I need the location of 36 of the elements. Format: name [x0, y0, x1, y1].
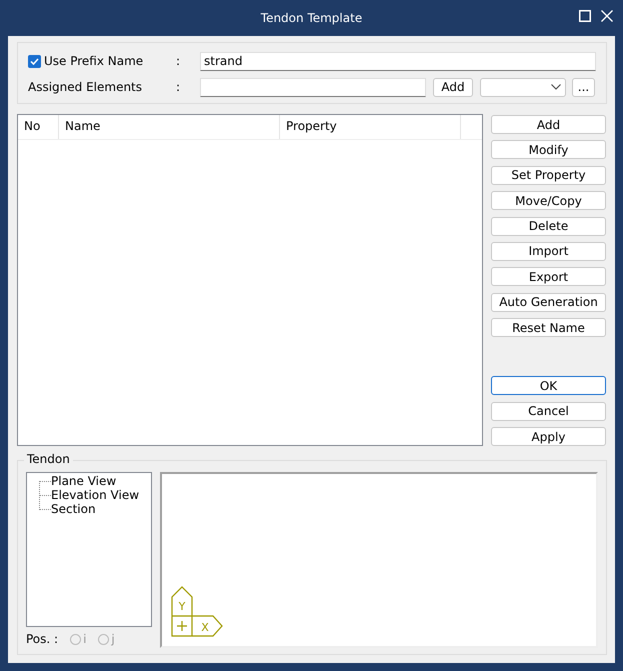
action-button[interactable]: Modify	[491, 140, 606, 160]
close-icon[interactable]	[601, 10, 613, 22]
action-button[interactable]: Apply	[491, 427, 606, 446]
prefix-label: Use Prefix Name	[44, 54, 144, 68]
colon: :	[176, 80, 182, 94]
action-button[interactable]: Cancel	[491, 402, 606, 421]
action-button[interactable]: Reset Name	[491, 318, 606, 338]
checkbox[interactable]	[28, 54, 41, 68]
tree-item[interactable]: Elevation View	[51, 488, 140, 502]
browse-button[interactable]: ...	[572, 78, 595, 96]
column-header[interactable]: Name	[59, 115, 280, 139]
ok-button[interactable]: OK	[491, 376, 606, 396]
action-button[interactable]: Auto Generation	[491, 292, 606, 312]
action-button[interactable]: Move/Copy	[491, 191, 606, 210]
window-title: Tendon Template	[260, 11, 362, 25]
action-button[interactable]: Set Property	[491, 166, 606, 185]
chevron-icon	[551, 84, 561, 90]
action-button[interactable]: Export	[491, 267, 606, 286]
tree-item[interactable]: Section	[51, 502, 96, 516]
radio-label: i	[83, 632, 86, 646]
action-button[interactable]: Delete	[491, 216, 606, 236]
radio-label: j	[111, 632, 115, 646]
column-header[interactable]: No	[18, 115, 59, 139]
action-button[interactable]: Add	[491, 115, 606, 134]
colon: :	[176, 54, 182, 68]
column-header[interactable]: Property	[280, 115, 461, 139]
group-title: Tendon	[24, 452, 73, 466]
axis-drawing: Y X	[171, 584, 223, 637]
prefix-field[interactable]: strand	[200, 52, 596, 70]
assigned-field[interactable]	[200, 78, 426, 96]
tree-item[interactable]: Plane View	[51, 474, 116, 488]
action-button[interactable]: Import	[491, 242, 606, 261]
pos-label: Pos. :	[26, 632, 58, 646]
maximize-icon[interactable]	[579, 10, 591, 22]
assigned-label: Assigned Elements	[28, 80, 142, 94]
add-button[interactable]: Add	[433, 78, 473, 96]
